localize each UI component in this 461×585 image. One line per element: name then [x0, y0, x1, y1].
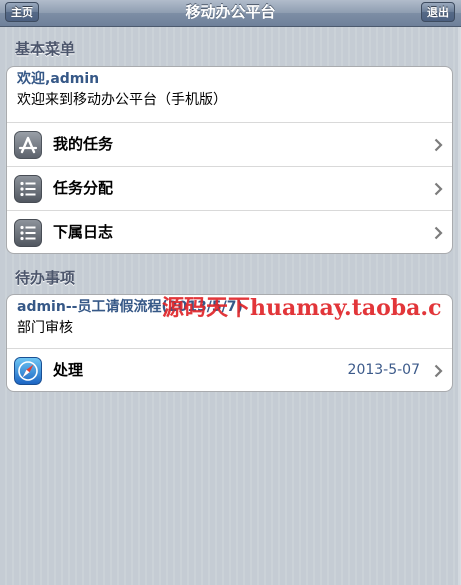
watermark-text: 源码天下huamay.taoba.c: [162, 295, 442, 321]
chevron-right-icon: [434, 364, 443, 378]
todo-action-label: 处理: [53, 361, 84, 379]
chevron-right-icon: [434, 182, 443, 196]
welcome-cell: 欢迎,admin 欢迎来到移动办公平台（手机版）: [7, 67, 452, 122]
list-icon: [14, 175, 42, 203]
todo-action-date: 2013-5-07: [347, 362, 420, 378]
safari-compass-icon: [14, 357, 42, 385]
logout-button[interactable]: 退出: [421, 2, 455, 22]
chevron-right-icon: [434, 226, 443, 240]
list-icon: [14, 219, 42, 247]
section-header-basic-menu: 基本菜单: [15, 40, 76, 58]
welcome-title: 欢迎,admin: [17, 71, 100, 87]
menu-item-task-assignment[interactable]: 任务分配: [7, 166, 452, 210]
app-store-icon: [14, 131, 42, 159]
menu-item-label: 任务分配: [53, 179, 114, 197]
basic-menu-group: 欢迎,admin 欢迎来到移动办公平台（手机版） 我的任务 任务分配 下属日志: [6, 66, 453, 254]
menu-item-my-tasks[interactable]: 我的任务: [7, 122, 452, 166]
menu-item-subordinate-logs[interactable]: 下属日志: [7, 210, 452, 253]
welcome-subtitle: 欢迎来到移动办公平台（手机版）: [17, 92, 227, 108]
todo-action-process[interactable]: 处理 2013-5-07: [7, 348, 452, 391]
menu-item-label: 下属日志: [53, 223, 114, 241]
chevron-right-icon: [434, 138, 443, 152]
page-title: 移动办公平台: [185, 3, 276, 21]
section-header-todo: 待办事项: [15, 269, 76, 287]
menu-item-label: 我的任务: [53, 135, 114, 153]
top-navigation-bar: 主页 移动办公平台 退出: [0, 0, 461, 27]
